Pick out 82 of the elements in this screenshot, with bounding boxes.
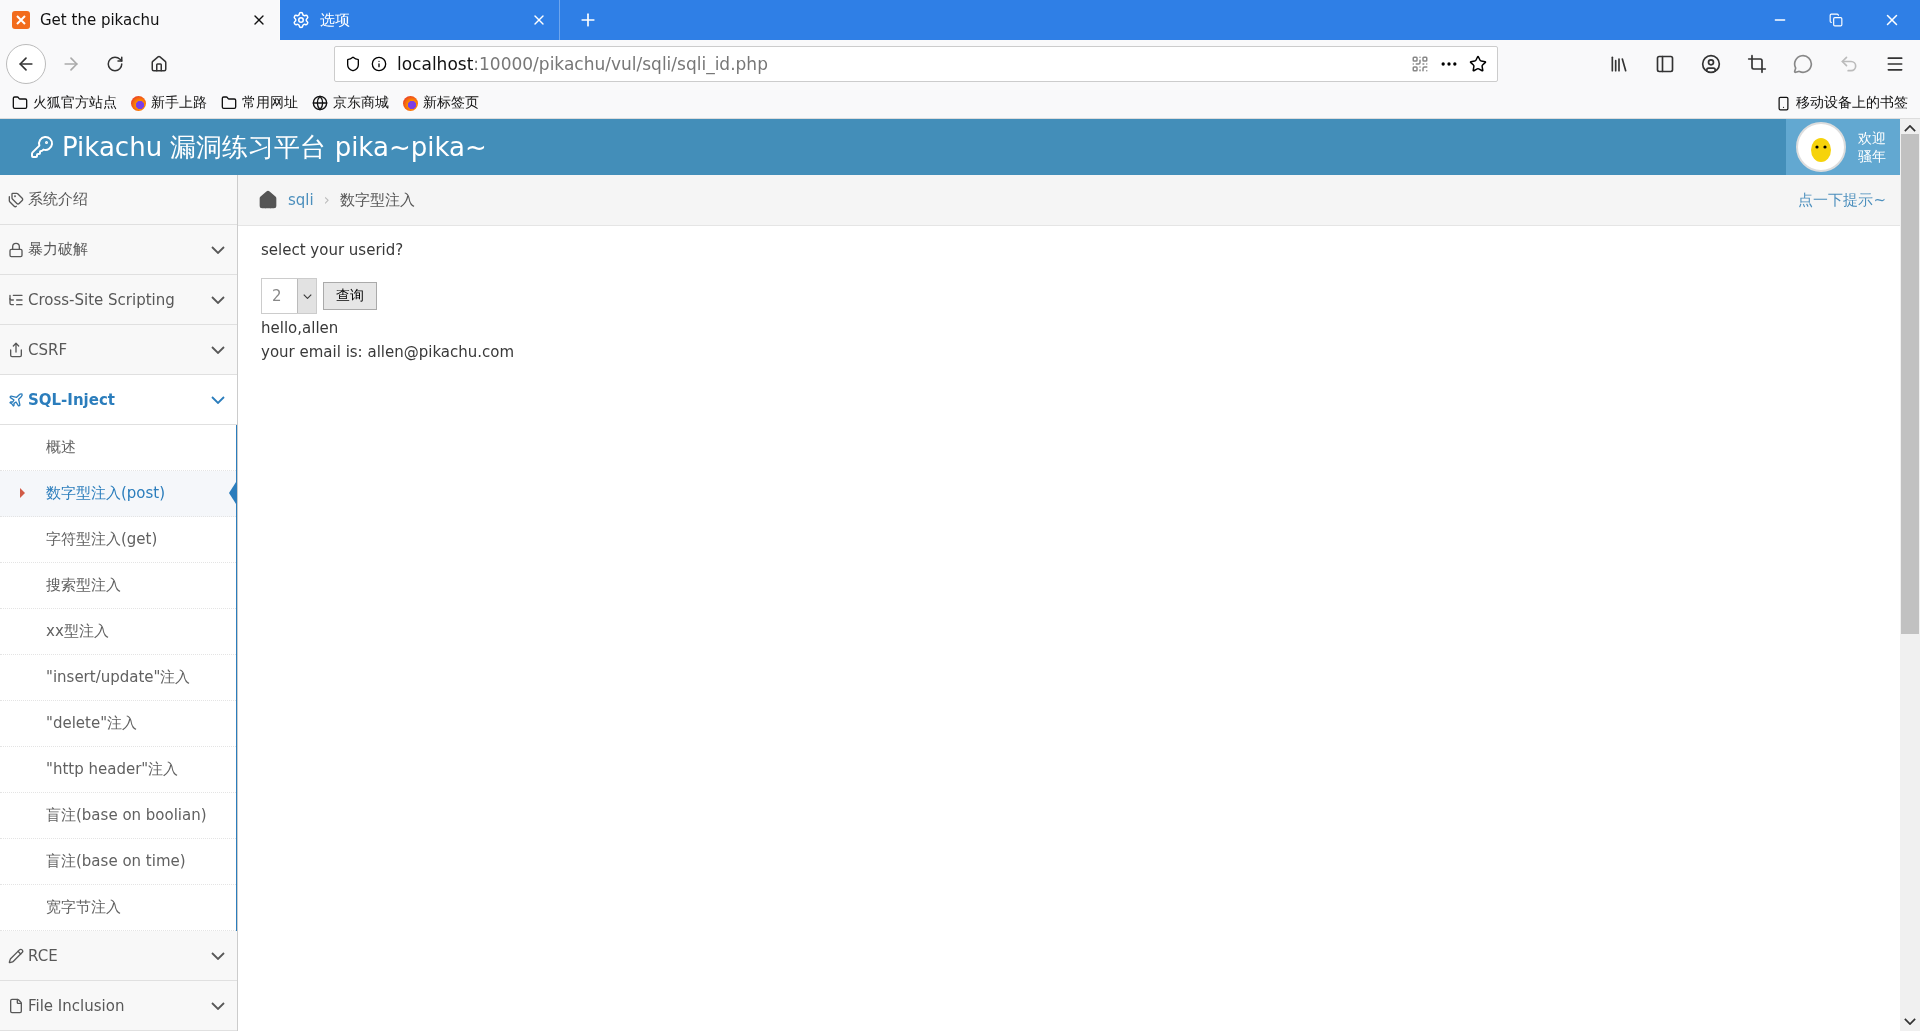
browser-tab[interactable]: Get the pikachu	[0, 0, 280, 40]
bookmark-link[interactable]: 新手上路	[151, 94, 207, 112]
address-bar[interactable]: localhost:10000/pikachu/vul/sqli/sqli_id.php	[334, 46, 1498, 82]
hint-link[interactable]: 点一下提示~	[1798, 190, 1886, 210]
url-text: localhost:10000/pikachu/vul/sqli/sqli_id.php	[397, 54, 769, 74]
submenu-item[interactable]: xx型注入	[0, 609, 236, 655]
avatar-icon	[1796, 122, 1846, 172]
sidebar-item[interactable]: CSRF	[0, 325, 237, 375]
chevron-icon	[302, 293, 312, 299]
file-icon	[8, 997, 24, 1014]
chevron-icon	[211, 345, 225, 354]
home-icon	[258, 190, 278, 210]
submenu-item[interactable]: 盲注(base on time)	[0, 839, 236, 885]
speech-bubble-icon	[1793, 54, 1813, 74]
submenu-item[interactable]: "insert/update"注入	[0, 655, 236, 701]
site-title: Pikachu 漏洞练习平台 pika~pika~	[62, 130, 487, 164]
sidebar-item[interactable]: File Inclusion	[0, 981, 237, 1031]
back-button[interactable]	[6, 44, 46, 84]
sidebar-item[interactable]: RCE	[0, 931, 237, 981]
chevron-icon	[211, 395, 225, 404]
folder-icon	[12, 95, 28, 111]
userid-select[interactable]: 2	[261, 278, 317, 314]
submenu-item[interactable]: 数字型注入(post)	[0, 471, 236, 517]
browser-logo-icon	[403, 95, 418, 111]
gear-icon	[292, 11, 310, 29]
reload-icon	[106, 55, 124, 73]
scrollbar[interactable]	[1900, 119, 1920, 1031]
bookmark-link[interactable]: 新标签页	[423, 94, 479, 112]
chevron-icon	[211, 1001, 225, 1010]
star-icon[interactable]	[1469, 55, 1487, 73]
app-logo-icon	[12, 11, 30, 29]
panel-icon	[1655, 54, 1675, 74]
menu-icon	[1885, 54, 1905, 74]
scroll-down-icon[interactable]	[1904, 1018, 1916, 1025]
browser-logo-icon	[131, 95, 146, 111]
home-icon	[150, 55, 168, 73]
tab-title: Get the pikachu	[40, 11, 161, 29]
tab-title: 选项	[320, 10, 351, 30]
submenu-item[interactable]: "delete"注入	[0, 701, 236, 747]
pencil-icon	[8, 947, 24, 964]
submenu-item[interactable]: 宽字节注入	[0, 885, 236, 931]
breadcrumb-current: 数字型注入	[339, 190, 415, 210]
bookmark-link[interactable]: 火狐官方站点	[33, 94, 117, 112]
chevron-icon	[211, 951, 225, 960]
submenu-item[interactable]: 字符型注入(get)	[0, 517, 236, 563]
submenu-item[interactable]: 盲注(base on boolian)	[0, 793, 236, 839]
welcome-text: 欢迎	[1858, 129, 1886, 147]
account-icon	[1701, 54, 1721, 74]
prompt-text: select your userid?	[261, 240, 405, 261]
sidebar-item[interactable]: Cross-Site Scripting	[0, 275, 237, 325]
submenu-item[interactable]: "http header"注入	[0, 747, 236, 793]
restore-icon[interactable]	[1829, 13, 1843, 27]
breadcrumb-separator: ›	[323, 191, 330, 209]
key-icon	[30, 135, 54, 159]
chevron-icon	[211, 245, 225, 254]
scroll-up-icon[interactable]	[1904, 125, 1916, 132]
submenu-item[interactable]: 搜索型注入	[0, 563, 236, 609]
sidebar-item[interactable]: SQL-Inject	[0, 375, 237, 425]
crop-icon	[1747, 54, 1767, 74]
chevron-icon	[211, 295, 225, 304]
bookmark-link[interactable]: 常用网址	[242, 94, 298, 112]
sidebar-item[interactable]: 系统介绍	[0, 175, 237, 225]
phone-icon	[1776, 95, 1791, 111]
user-name: 骚年	[1858, 147, 1886, 165]
undo-icon	[1839, 54, 1859, 74]
bookmark-link[interactable]: 移动设备上的书签	[1796, 94, 1908, 112]
lock-icon	[8, 241, 24, 258]
tags-icon	[8, 191, 24, 208]
shield-icon	[345, 56, 361, 72]
globe-icon	[312, 95, 328, 111]
submenu-item[interactable]: 概述	[0, 425, 236, 471]
email-text: your email is: allen@pikachu.com	[261, 342, 516, 363]
info-icon	[371, 56, 387, 72]
folder-icon	[221, 95, 237, 111]
bookmark-link[interactable]: 京东商城	[333, 94, 389, 112]
qr-code-icon[interactable]	[1411, 55, 1429, 73]
plane-icon	[8, 391, 24, 408]
library-icon	[1609, 54, 1629, 74]
sidebar-item[interactable]: 暴力破解	[0, 225, 237, 275]
query-button[interactable]: 查询	[323, 282, 377, 310]
greeting-text: hello,allen	[261, 318, 340, 339]
share-icon	[8, 341, 24, 358]
